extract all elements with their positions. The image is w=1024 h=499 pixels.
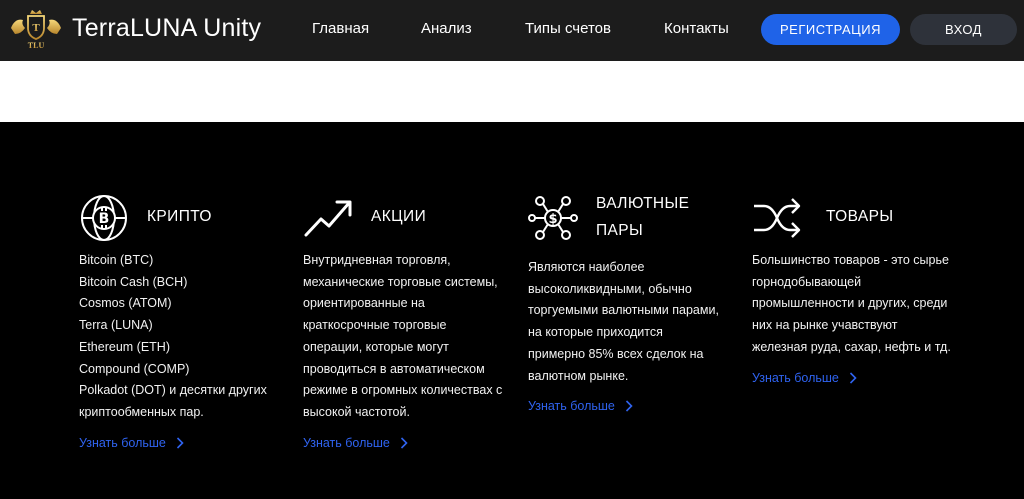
crypto-item: Terra (LUNA) xyxy=(79,318,153,333)
crypto-learn-more-link[interactable]: Узнать больше xyxy=(79,436,294,450)
nav-contacts[interactable]: Контакты xyxy=(664,20,729,37)
nav-home[interactable]: Главная xyxy=(312,20,369,37)
shuffle-arrows-icon xyxy=(754,198,801,238)
learn-more-label: Узнать больше xyxy=(528,399,615,414)
trend-arrow-icon xyxy=(304,200,352,237)
forex-title-line: ВАЛЮТНЫЕ xyxy=(596,195,690,212)
section-stocks: АКЦИИ Внутридневная торговля, механическ… xyxy=(303,190,508,450)
crypto-item: Polkadot (DOT) и десятки других криптооб… xyxy=(79,383,267,419)
forex-learn-more-link[interactable]: Узнать больше xyxy=(528,399,728,413)
forex-title-line: ПАРЫ xyxy=(596,222,644,239)
crypto-item: Cosmos (ATOM) xyxy=(79,296,172,311)
logo-text: TLU xyxy=(28,41,45,50)
forex-title: ВАЛЮТНЫЕ ПАРЫ xyxy=(596,190,689,244)
chevron-right-icon xyxy=(176,437,184,449)
commodities-description: Большинство товаров - это сырье горнодоб… xyxy=(752,253,951,354)
brand-name[interactable]: TerraLUNA Unity xyxy=(72,14,261,43)
logo-icon[interactable]: T TLU xyxy=(8,8,64,50)
dollar-network-icon: $ xyxy=(528,196,578,240)
stocks-description: Внутридневная торговля, механические тор… xyxy=(303,253,503,419)
stocks-learn-more-link[interactable]: Узнать больше xyxy=(303,436,508,450)
section-commodities: ТОВАРЫ Большинство товаров - это сырье г… xyxy=(752,190,962,385)
forex-description: Являются наиболее высоколиквидными, обыч… xyxy=(528,260,719,383)
white-banner xyxy=(0,61,1024,122)
chevron-right-icon xyxy=(400,437,408,449)
crypto-item: Compound (COMP) xyxy=(79,361,190,376)
section-crypto: B КРИПТО Bitcoin (BTC) Bitcoin Cash (BCH… xyxy=(79,190,294,450)
svg-text:B: B xyxy=(99,211,110,227)
chevron-right-icon xyxy=(849,371,857,384)
crypto-item: Ethereum (ETH) xyxy=(79,339,170,354)
register-button[interactable]: РЕГИСТРАЦИЯ xyxy=(761,14,900,45)
site-header: T TLU TerraLUNA Unity Главная Анализ Тип… xyxy=(0,0,1024,61)
login-button[interactable]: ВХОД xyxy=(910,14,1017,45)
commodities-title: ТОВАРЫ xyxy=(826,208,894,225)
learn-more-label: Узнать больше xyxy=(303,435,390,450)
crypto-item: Bitcoin Cash (BCH) xyxy=(79,274,188,289)
crypto-title: КРИПТО xyxy=(147,208,212,225)
crypto-item: Bitcoin (BTC) xyxy=(79,253,154,267)
stocks-title: АКЦИИ xyxy=(371,208,427,225)
chevron-right-icon xyxy=(625,400,633,412)
section-forex: $ ВАЛЮТНЫЕ ПАРЫ Являются наиболее высоко… xyxy=(528,190,728,413)
svg-text:$: $ xyxy=(548,212,557,227)
learn-more-label: Узнать больше xyxy=(79,435,166,450)
bitcoin-globe-icon: B xyxy=(81,195,127,241)
commodities-learn-more-link[interactable]: Узнать больше xyxy=(752,371,962,385)
learn-more-label: Узнать больше xyxy=(752,370,839,385)
svg-text:T: T xyxy=(32,22,40,34)
nav-analysis[interactable]: Анализ xyxy=(421,20,472,37)
nav-account-types[interactable]: Типы счетов xyxy=(525,20,611,37)
